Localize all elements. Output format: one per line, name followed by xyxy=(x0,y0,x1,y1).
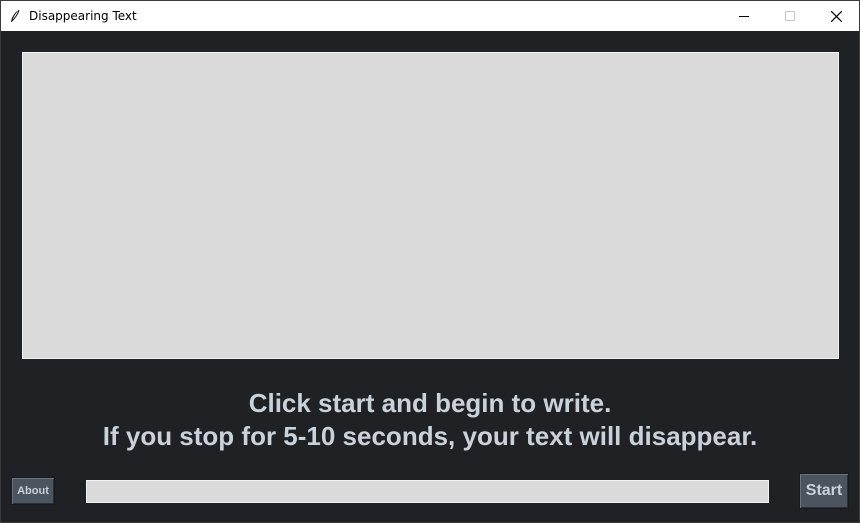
title-bar[interactable]: Disappearing Text xyxy=(1,1,859,31)
app-window: Disappearing Text Click start and begin … xyxy=(0,0,860,523)
window-controls xyxy=(721,1,859,31)
instructions: Click start and begin to write. If you s… xyxy=(1,387,859,453)
window-title: Disappearing Text xyxy=(29,9,137,23)
minimize-icon xyxy=(739,16,749,17)
start-button[interactable]: Start xyxy=(799,473,849,509)
close-button[interactable] xyxy=(813,1,859,31)
instruction-line-2: If you stop for 5-10 seconds, your text … xyxy=(102,421,758,451)
maximize-button[interactable] xyxy=(767,1,813,31)
minimize-button[interactable] xyxy=(721,1,767,31)
close-icon xyxy=(830,10,842,22)
timer-progress-bar xyxy=(86,480,769,503)
about-button[interactable]: About xyxy=(11,477,55,505)
feather-icon xyxy=(1,1,29,31)
maximize-icon xyxy=(785,11,795,21)
instruction-line-1: Click start and begin to write. xyxy=(248,388,612,418)
writing-text-area[interactable] xyxy=(22,52,839,359)
